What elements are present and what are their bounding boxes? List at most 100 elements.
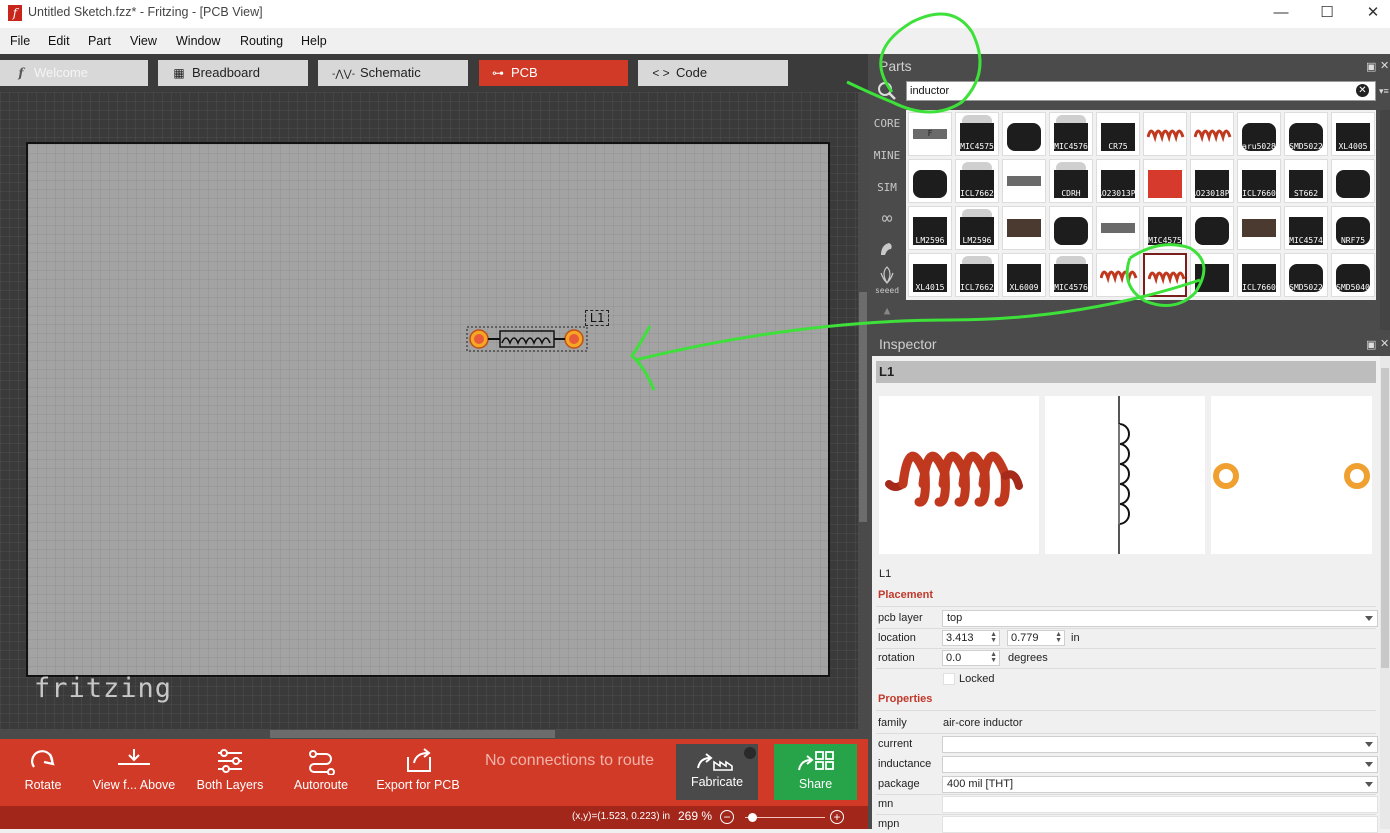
part-tile[interactable] (1190, 112, 1234, 156)
part-tile[interactable] (1190, 253, 1234, 297)
part-tile[interactable] (1143, 159, 1187, 203)
part-tile[interactable] (1049, 206, 1093, 250)
part-tile[interactable]: MIC4576 (1049, 253, 1093, 297)
autoroute-button[interactable]: Autoroute (288, 739, 354, 806)
pcb-board[interactable] (26, 142, 830, 677)
export-for-pcb-button[interactable]: Export for PCB (372, 739, 464, 806)
scroll-thumb[interactable] (859, 292, 867, 522)
pcb-layer-select[interactable]: top (942, 610, 1378, 627)
part-tile[interactable] (1237, 206, 1281, 250)
parts-float-icon[interactable]: ▣ (1366, 60, 1376, 73)
scroll-thumb[interactable] (270, 730, 555, 738)
mn-input[interactable] (942, 796, 1378, 813)
part-tile[interactable] (1096, 206, 1140, 250)
bin-mine[interactable]: MINE (872, 149, 902, 162)
fabricate-button[interactable]: Fabricate (676, 744, 758, 800)
rotation-input[interactable]: 0.0 ▲ ▼ (942, 650, 1000, 666)
bin-seeed[interactable]: seeed (872, 286, 902, 295)
part-tile[interactable] (1096, 253, 1140, 297)
part-tile[interactable]: MIC4575 (955, 112, 999, 156)
part-tile[interactable]: MIC4576 (1049, 112, 1093, 156)
parts-scrollbar[interactable] (1380, 110, 1390, 330)
inductor-part[interactable] (466, 326, 588, 352)
fabricate-dropdown-icon[interactable] (744, 747, 756, 759)
canvas-vertical-scrollbar[interactable] (858, 92, 868, 729)
part-tile[interactable]: XL4015 (908, 253, 952, 297)
menu-window[interactable]: Window (176, 34, 220, 48)
inspector-scrollbar[interactable] (1380, 356, 1390, 829)
part-tile[interactable]: ICL7662 (955, 159, 999, 203)
locked-checkbox[interactable] (943, 673, 955, 685)
part-tile[interactable]: AO23018PI (1190, 159, 1234, 203)
maximize-button[interactable]: ☐ (1304, 2, 1350, 24)
part-tile[interactable]: CDRH (1049, 159, 1093, 203)
tab-pcb[interactable]: ⊶ PCB (479, 60, 628, 86)
part-label-l1[interactable]: L1 (585, 310, 609, 326)
rotate-button[interactable]: Rotate (14, 739, 72, 806)
part-tile[interactable]: XL4005 (1331, 112, 1375, 156)
part-tile[interactable]: ST662 (1284, 159, 1328, 203)
part-tile[interactable]: XL6009 (1002, 253, 1046, 297)
zoom-out-icon[interactable]: − (720, 810, 734, 824)
part-tile[interactable]: MIC4575 (1143, 206, 1187, 250)
mpn-input[interactable] (942, 816, 1378, 833)
bins-scroll-arrow-icon[interactable]: ▲ (872, 304, 902, 317)
spinner-arrows-icon[interactable]: ▲ ▼ (1055, 631, 1062, 644)
tab-welcome[interactable]: f Welcome (0, 60, 148, 86)
pcb-canvas[interactable] (0, 92, 858, 729)
part-tile[interactable]: LM2596 (908, 206, 952, 250)
both-layers-button[interactable]: Both Layers (194, 739, 266, 806)
part-tile[interactable]: MIC4574 (1284, 206, 1328, 250)
location-x-input[interactable]: 3.413 ▲ ▼ (942, 630, 1000, 646)
bin-core[interactable]: CORE (872, 117, 902, 130)
tab-breadboard[interactable]: ▦ Breadboard (158, 60, 308, 86)
part-tile[interactable]: SMD5022 (1284, 112, 1328, 156)
inspector-float-icon[interactable]: ▣ (1366, 338, 1376, 351)
part-tile[interactable]: NRF75 (1331, 206, 1375, 250)
scroll-thumb[interactable] (1381, 368, 1389, 668)
zoom-in-icon[interactable]: + (830, 810, 844, 824)
part-tile[interactable]: F (908, 112, 952, 156)
menu-routing[interactable]: Routing (240, 34, 283, 48)
part-tile[interactable] (1002, 112, 1046, 156)
zoom-slider[interactable] (745, 817, 825, 818)
inductance-select[interactable] (942, 756, 1378, 773)
parts-close-icon[interactable]: ✕ (1380, 59, 1389, 72)
part-tile[interactable] (1143, 112, 1187, 156)
bin-contrib-icon[interactable] (878, 240, 896, 258)
search-menu-icon[interactable]: ▾≡ (1379, 86, 1389, 97)
bin-sim[interactable]: SIM (872, 181, 902, 194)
menu-view[interactable]: View (130, 34, 157, 48)
part-tile[interactable]: ICL7662 (955, 253, 999, 297)
bin-arduino-icon[interactable]: ∞ (872, 208, 902, 229)
menu-file[interactable]: File (10, 34, 30, 48)
part-tile[interactable]: SMD5022 (1284, 253, 1328, 297)
spinner-arrows-icon[interactable]: ▲ ▼ (990, 651, 997, 664)
tab-schematic[interactable]: -⋀⋁- Schematic (318, 60, 468, 86)
inspector-close-icon[interactable]: ✕ (1380, 337, 1389, 350)
spinner-arrows-icon[interactable]: ▲ ▼ (990, 631, 997, 644)
share-button[interactable]: Share (774, 744, 857, 800)
part-tile[interactable]: ICL7660 (1237, 159, 1281, 203)
parts-search-input[interactable]: inductor (906, 81, 1376, 101)
zoom-slider-handle[interactable] (748, 813, 757, 822)
part-tile[interactable] (1143, 253, 1187, 297)
part-tile[interactable]: LM2596 (955, 206, 999, 250)
tab-code[interactable]: < > Code (638, 60, 788, 86)
location-y-input[interactable]: 0.779 ▲ ▼ (1007, 630, 1065, 646)
part-tile[interactable] (1002, 206, 1046, 250)
menu-part[interactable]: Part (88, 34, 111, 48)
package-select[interactable]: 400 mil [THT] (942, 776, 1378, 793)
part-tile[interactable] (1190, 206, 1234, 250)
part-tile[interactable] (908, 159, 952, 203)
current-select[interactable] (942, 736, 1378, 753)
canvas-horizontal-scrollbar[interactable] (0, 729, 868, 739)
part-tile[interactable]: AO23013PI (1096, 159, 1140, 203)
close-window-button[interactable]: ✕ (1350, 2, 1390, 24)
part-tile[interactable]: CR75 (1096, 112, 1140, 156)
part-tile[interactable] (1331, 159, 1375, 203)
view-from-above-button[interactable]: View f... Above (92, 739, 176, 806)
clear-search-icon[interactable]: ✕ (1356, 84, 1369, 97)
part-tile[interactable] (1002, 159, 1046, 203)
minimize-button[interactable]: — (1258, 2, 1304, 24)
